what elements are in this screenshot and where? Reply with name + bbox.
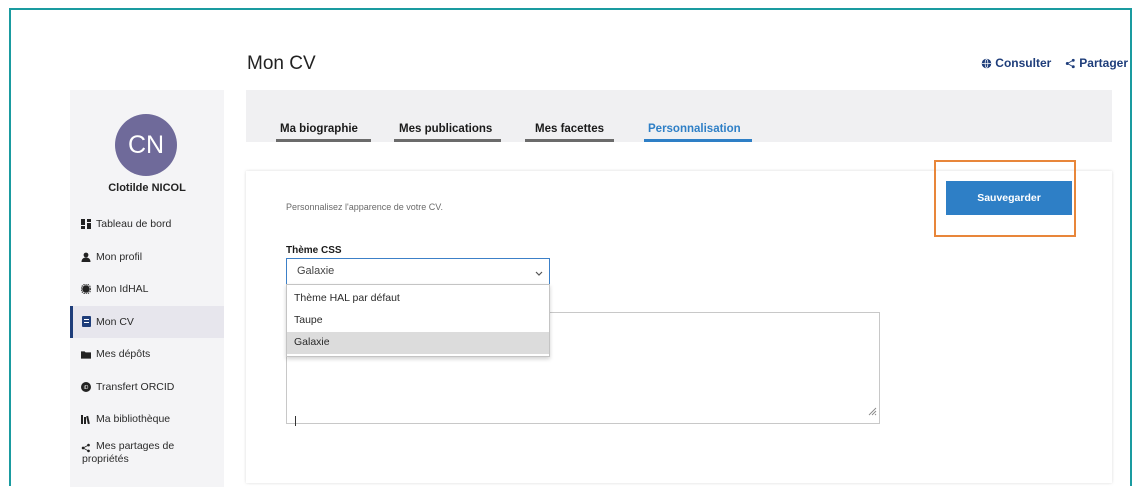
folder-icon xyxy=(81,349,91,359)
tab-underline xyxy=(394,139,501,142)
share-link[interactable]: Partager xyxy=(1065,56,1128,70)
content-panel: Personnalisez l'apparence de votre CV. S… xyxy=(246,160,1112,483)
sidebar-item-label: Tableau de bord xyxy=(96,218,172,231)
sidebar-item-label: Transfert ORCID xyxy=(96,380,175,393)
globe-icon xyxy=(981,58,992,69)
share-icon xyxy=(1065,58,1076,69)
sidebar-item-label: Mon profil xyxy=(96,250,143,263)
user-icon xyxy=(81,252,91,262)
sidebar-item-label: Mes dépôts xyxy=(96,348,151,361)
tab-publications[interactable]: Mes publications xyxy=(399,123,492,135)
consult-label: Consulter xyxy=(995,56,1052,70)
consult-link[interactable]: Consulter xyxy=(981,56,1051,70)
user-name: Clotilde NICOL xyxy=(108,182,186,194)
sidebar-item-shares[interactable]: Mes partages de propriétés xyxy=(70,436,224,478)
hint-text: Personnalisez l'apparence de votre CV. xyxy=(286,202,443,212)
library-icon xyxy=(81,414,91,425)
css-theme-select[interactable]: Galaxie xyxy=(286,258,550,285)
tab-underline-active xyxy=(644,139,752,142)
svg-text:iD: iD xyxy=(84,385,89,391)
sidebar-item-orcid[interactable]: iD Transfert ORCID xyxy=(70,371,224,404)
tab-personalisation[interactable]: Personnalisation xyxy=(648,123,741,135)
option-default[interactable]: Thème HAL par défaut xyxy=(287,288,549,310)
top-actions: Consulter Partager xyxy=(981,56,1128,70)
tabs-bar: Ma biographie Mes publications Mes facet… xyxy=(246,90,1112,142)
option-taupe[interactable]: Taupe xyxy=(287,310,549,332)
idhal-icon xyxy=(81,284,91,295)
page-title: Mon CV xyxy=(247,53,316,74)
sidebar-item-idhal[interactable]: Mon IdHAL xyxy=(70,273,224,306)
save-button[interactable]: Sauvegarder xyxy=(946,181,1072,215)
sidebar-item-cv[interactable]: Mon CV xyxy=(70,305,224,338)
sidebar-item-label: Mes partages de propriétés xyxy=(82,439,175,465)
option-galaxie[interactable]: Galaxie xyxy=(287,332,549,354)
share-label: Partager xyxy=(1079,56,1128,70)
text-caret xyxy=(295,416,296,426)
sidebar-nav: Tableau de bord Mon profil Mon IdHAL Mon… xyxy=(70,208,224,478)
tab-underline xyxy=(276,139,371,142)
avatar: CN xyxy=(115,114,177,176)
css-theme-label: Thème CSS xyxy=(286,245,342,256)
sidebar-item-label: Mon CV xyxy=(96,315,134,328)
sidebar-item-label: Ma bibliothèque xyxy=(96,413,171,426)
sidebar-item-label: Mon IdHAL xyxy=(96,283,149,296)
resize-grip-icon[interactable] xyxy=(868,403,877,421)
sidebar-item-deposits[interactable]: Mes dépôts xyxy=(70,338,224,371)
dashboard-icon xyxy=(81,219,91,230)
cv-icon xyxy=(81,316,91,328)
sidebar-item-dashboard[interactable]: Tableau de bord xyxy=(70,208,224,241)
sidebar-item-profile[interactable]: Mon profil xyxy=(70,241,224,274)
tab-underline xyxy=(525,139,614,142)
chevron-down-icon xyxy=(535,268,543,280)
sidebar-item-library[interactable]: Ma bibliothèque xyxy=(70,403,224,436)
tab-facets[interactable]: Mes facettes xyxy=(535,123,604,135)
select-value: Galaxie xyxy=(297,265,335,277)
sidebar: CN Clotilde NICOL Tableau de bord Mon pr… xyxy=(70,90,224,487)
theme-dropdown: Thème HAL par défaut Taupe Galaxie xyxy=(286,284,550,357)
orcid-icon: iD xyxy=(81,381,91,392)
tab-biography[interactable]: Ma biographie xyxy=(280,123,358,135)
